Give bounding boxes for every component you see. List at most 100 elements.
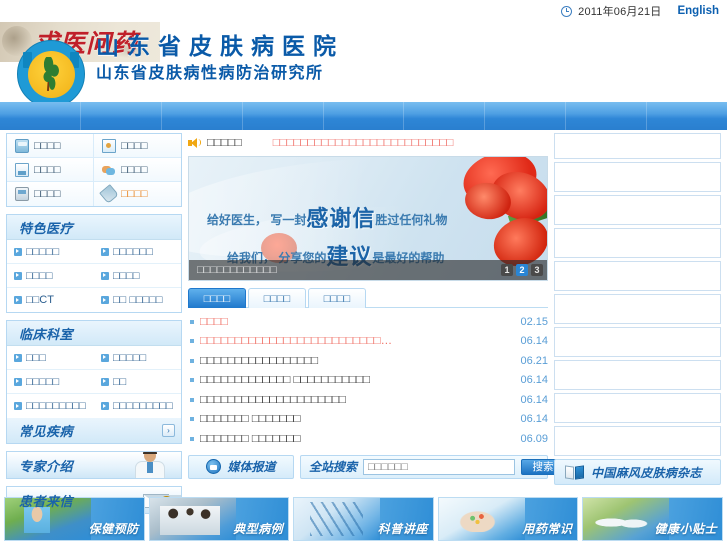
quicklink-id-card[interactable]: □□□□ (94, 134, 181, 158)
featured-link-4[interactable]: □□□□ (94, 264, 181, 288)
nav-item-1[interactable] (0, 102, 81, 130)
news-date: 06.14 (520, 413, 548, 426)
news-item[interactable]: □□□□□□□□□□□□□□□□□□□□□□□□□□… 06.14 (188, 332, 548, 352)
footer-card-typical-cases[interactable]: 典型病例 (148, 497, 290, 541)
media-reports-label: 媒体报道 (227, 460, 276, 474)
site-search-bar: 全站搜索 搜索 (300, 454, 566, 479)
footer-card-label: 典型病例 (233, 522, 284, 536)
footer-card-health-tips[interactable]: 健康小贴士 (582, 497, 723, 541)
band-expert-intro[interactable]: 专家介绍 (6, 451, 182, 479)
featured-link-1[interactable]: □□□□□ (7, 240, 94, 264)
arrow-bullet-icon (101, 247, 109, 256)
nav-item-2[interactable] (81, 102, 162, 130)
list-bullet-icon (190, 339, 194, 344)
link-label: □□□□□ (26, 375, 60, 388)
featured-link-2[interactable]: □□□□□□ (94, 240, 181, 264)
clinical-link-2[interactable]: □□□□□ (94, 346, 181, 370)
hero-banner-carousel[interactable]: 给好医生， 写一封感谢信胜过任何礼物 给我们， 分享您的建议是最好的帮助 □□□… (188, 156, 548, 281)
quicklink-mobile[interactable]: □□□□ (7, 182, 94, 206)
nav-item-5[interactable] (324, 102, 405, 130)
quicklink-label: □□□□ (34, 188, 61, 200)
right-empty-box-4[interactable] (554, 228, 721, 258)
nav-item-9[interactable] (647, 102, 727, 130)
left-sidebar: □□□□ □□□□ □□□□ □□□□ □□□□ □□□□ 特色医疗 □□□□□… (6, 133, 182, 514)
right-empty-box-10[interactable] (554, 426, 721, 456)
carousel-dot-1[interactable]: 1 (501, 264, 513, 276)
news-date: 06.14 (520, 374, 548, 387)
arrow-bullet-icon (14, 353, 22, 362)
news-item[interactable]: □□□□□□□ □□□□□□□ 06.14 (188, 410, 548, 430)
logo-foliage-decor (38, 56, 63, 91)
arrow-bullet-icon (14, 402, 22, 410)
news-item[interactable]: □□□□□□□□□□□□□□□□□□□□□ 06.14 (188, 390, 548, 410)
right-empty-box-6[interactable] (554, 294, 721, 324)
carousel-pagination[interactable]: 1 2 3 (501, 264, 543, 276)
book-left-page (565, 464, 574, 480)
right-empty-box-9[interactable] (554, 393, 721, 423)
journal-link[interactable]: 中国麻风皮肤病杂志 (554, 459, 721, 485)
news-item[interactable]: □□□□□□□□□□□□□□□□□ 06.21 (188, 351, 548, 371)
footer-card-medication-knowledge[interactable]: 用药常识 (437, 497, 579, 541)
quicklink-transport[interactable]: □□□□ (7, 134, 94, 158)
main-navigation[interactable] (0, 102, 727, 130)
right-empty-box-7[interactable] (554, 327, 721, 357)
right-empty-box-1[interactable] (554, 133, 721, 159)
news-title[interactable]: □□□□□□□ □□□□□□□ (200, 433, 512, 445)
news-title[interactable]: □□□□□□□□□□□□□ □□□□□□□□□□□ (200, 374, 512, 386)
link-label: □□□□□ (113, 351, 147, 364)
footer-card-science-lecture[interactable]: 科普讲座 (293, 497, 434, 541)
nav-item-4[interactable] (243, 102, 324, 130)
clinical-link-5[interactable]: □□□□□□□□□ (7, 394, 94, 418)
search-input[interactable] (363, 458, 516, 475)
nav-item-8[interactable] (566, 102, 648, 130)
book-icon (565, 464, 584, 480)
carousel-dot-3[interactable]: 3 (531, 264, 543, 276)
tab-news-1[interactable]: □□□□ (188, 288, 246, 308)
clinical-link-4[interactable]: □□ (94, 370, 181, 394)
quicklink-documents[interactable]: □□□□ (7, 158, 94, 182)
featured-link-6[interactable]: □□ □□□□□ (94, 288, 181, 312)
news-item[interactable]: □□□□ 02.15 (188, 312, 548, 332)
featured-links-grid: □□□□□ □□□□□□ □□□□ □□□□ □□CT □□ □□□□□ (7, 240, 181, 312)
news-title[interactable]: □□□□□□□□□□□□□□□□□□□□□□□□□□… (200, 335, 512, 347)
news-item[interactable]: □□□□□□□ □□□□□□□ 06.09 (188, 429, 548, 449)
nav-item-3[interactable] (162, 102, 243, 130)
right-empty-box-8[interactable] (554, 360, 721, 390)
news-tabs[interactable]: □□□□ □□□□ □□□□ (188, 288, 548, 308)
clinical-link-6[interactable]: □□□□□□□□□ (94, 394, 181, 418)
panel-header-common-diseases[interactable]: 常见疾病 › (7, 418, 181, 443)
clinical-link-3[interactable]: □□□□□ (7, 370, 94, 394)
carousel-dot-2[interactable]: 2 (516, 264, 528, 276)
right-empty-box-5[interactable] (554, 261, 721, 291)
quicklink-register[interactable]: □□□□ (94, 182, 181, 206)
notice-marquee-text[interactable]: □□□□□□□□□□□□□□□□□□□□□□□□□□ (273, 137, 454, 149)
bus-icon (15, 138, 29, 153)
tab-news-3[interactable]: □□□□ (308, 288, 366, 308)
page-root: 2011年06月21日 English 求医问药 山东省皮肤病医院 山东省皮肤病… (0, 0, 727, 545)
featured-link-5[interactable]: □□CT (7, 288, 94, 312)
right-empty-box-3[interactable] (554, 195, 721, 225)
list-bullet-icon (190, 319, 194, 324)
quicklink-label: □□□□ (121, 163, 148, 176)
dna-helix-photo (294, 498, 381, 540)
right-sidebar: 中国麻风皮肤病杂志 (554, 133, 721, 485)
news-title[interactable]: □□□□ (200, 316, 512, 328)
featured-link-3[interactable]: □□□□ (7, 264, 94, 288)
hospital-logo-icon[interactable] (17, 40, 85, 108)
right-empty-box-2[interactable] (554, 162, 721, 192)
news-title[interactable]: □□□□□□□□□□□□□□□□□□□□□ (200, 394, 512, 406)
news-title[interactable]: □□□□□□□□□□□□□□□□□ (200, 355, 512, 367)
clinical-link-1[interactable]: □□□ (7, 346, 94, 370)
banner-slogan-line-1: 给好医生， 写一封感谢信胜过任何礼物 (207, 201, 475, 233)
news-title[interactable]: □□□□□□□ □□□□□□□ (200, 413, 512, 425)
media-reports-button[interactable]: 媒体报道 (188, 454, 294, 479)
language-switch-english[interactable]: English (677, 5, 719, 17)
arrow-bullet-icon (101, 377, 109, 386)
quicklink-consult[interactable]: □□□□ (94, 158, 181, 182)
chevron-right-icon[interactable]: › (162, 424, 175, 437)
nav-item-6[interactable] (404, 102, 486, 130)
tab-news-2[interactable]: □□□□ (248, 288, 306, 308)
news-date: 06.14 (520, 393, 548, 406)
news-item[interactable]: □□□□□□□□□□□□□ □□□□□□□□□□□ 06.14 (188, 371, 548, 391)
nav-item-7[interactable] (485, 102, 567, 130)
